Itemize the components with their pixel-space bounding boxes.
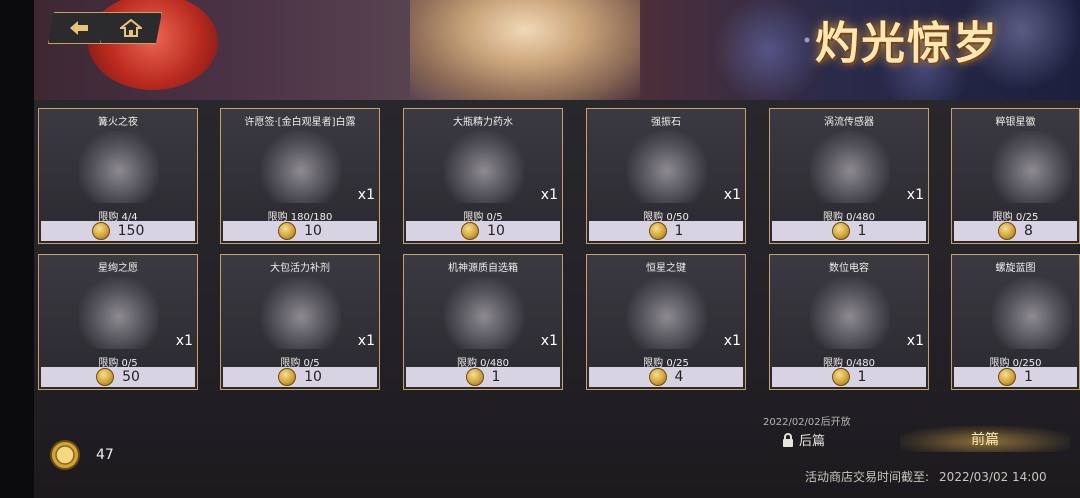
event-logo: 灼光惊岁	[815, 18, 999, 69]
coin-icon	[648, 368, 667, 386]
star-badge-icon	[992, 131, 1072, 203]
pouch-icon	[261, 277, 341, 349]
coin-icon	[831, 222, 850, 240]
shop-item-card[interactable]: 涡流传感器 x1 限购 0/480 1	[769, 108, 929, 244]
item-quantity: x1	[540, 187, 558, 203]
item-name: 大包活力补剂	[270, 263, 330, 274]
key-icon	[627, 277, 707, 349]
price-bar[interactable]: 1	[406, 367, 560, 387]
stone-icon	[627, 131, 707, 203]
currency-balance: 47	[96, 447, 114, 463]
price-bar[interactable]: 8	[954, 221, 1077, 241]
item-price: 10	[304, 369, 322, 385]
item-quantity: x1	[906, 187, 924, 203]
coin-icon	[96, 368, 115, 386]
price-bar[interactable]: 4	[589, 367, 743, 387]
coin-icon	[50, 440, 80, 470]
price-bar[interactable]: 150	[41, 221, 195, 241]
shop-item-card[interactable]: 星绚之愿 x1 限购 0/5 50	[38, 254, 198, 390]
item-name: 涡流传感器	[824, 117, 874, 128]
coin-icon	[998, 222, 1017, 240]
item-name: 机神源质自选箱	[448, 263, 518, 274]
back-button[interactable]	[48, 12, 110, 44]
coin-icon	[648, 222, 667, 240]
lock-icon	[783, 432, 793, 447]
shop-item-card[interactable]: 强振石 x1 限购 0/50 1	[586, 108, 746, 244]
item-price: 10	[304, 223, 322, 239]
box-icon	[444, 277, 524, 349]
item-name: 粹银星徽	[995, 117, 1036, 128]
item-price: 4	[674, 369, 684, 385]
shop-item-card[interactable]: 数位电容 x1 限购 0/480 1	[769, 254, 929, 390]
shop-item-card[interactable]: 机神源质自选箱 x1 限购 0/480 1	[403, 254, 563, 390]
price-bar[interactable]: 10	[223, 221, 377, 241]
coin-icon	[461, 222, 480, 240]
item-name: 大瓶精力药水	[453, 117, 513, 128]
shop-item-card[interactable]: 粹银星徽 限购 0/25 8	[951, 108, 1080, 244]
item-quantity: x1	[357, 187, 375, 203]
coin-icon	[831, 368, 850, 386]
unlock-note: 2022/02/02后开放	[763, 417, 851, 428]
item-price: 1	[857, 369, 867, 385]
item-price: 1	[491, 369, 501, 385]
shop-item-card[interactable]: 大瓶精力药水 x1 限购 0/5 10	[403, 108, 563, 244]
shop-item-card[interactable]: 螺旋蓝图 限购 0/250 1	[951, 254, 1080, 390]
coin-icon	[998, 368, 1017, 386]
coin-icon	[278, 222, 297, 240]
item-name: 许愿签·[金白观星者]白露	[244, 117, 356, 128]
item-quantity: x1	[357, 333, 375, 349]
item-price: 1	[1024, 369, 1033, 385]
item-name: 星绚之愿	[98, 263, 138, 274]
item-price: 8	[1024, 223, 1033, 239]
item-quantity: x1	[906, 333, 924, 349]
deadline-label: 活动商店交易时间截至:	[805, 470, 930, 484]
wish-card-icon	[261, 131, 341, 203]
item-price: 150	[117, 223, 145, 239]
coin-icon	[278, 368, 297, 386]
item-quantity: x1	[723, 187, 741, 203]
left-edge	[0, 0, 34, 498]
bottle-icon	[444, 131, 524, 203]
home-button[interactable]	[100, 12, 162, 44]
item-name: 恒星之键	[646, 263, 686, 274]
item-price: 1	[674, 223, 684, 239]
item-name: 螺旋蓝图	[995, 263, 1036, 274]
shop-item-card[interactable]: 许愿签·[金白观星者]白露 x1 限购 180/180 10	[220, 108, 380, 244]
shop-item-card[interactable]: 大包活力补剂 x1 限购 0/5 10	[220, 254, 380, 390]
item-quantity: x1	[723, 333, 741, 349]
item-price: 1	[857, 223, 867, 239]
blueprint-icon	[992, 277, 1072, 349]
price-bar[interactable]: 50	[41, 367, 195, 387]
deadline: 活动商店交易时间截至: 2022/03/02 14:00	[805, 468, 1047, 485]
character-art	[410, 0, 640, 100]
item-name: 篝火之夜	[98, 117, 138, 128]
price-bar[interactable]: 10	[223, 367, 377, 387]
next-chapter-button[interactable]: 后篇	[781, 430, 825, 449]
price-bar[interactable]: 1	[954, 367, 1077, 387]
deadline-value: 2022/03/02 14:00	[939, 470, 1047, 484]
price-bar[interactable]: 1	[772, 367, 926, 387]
item-name: 强振石	[651, 117, 681, 128]
price-bar[interactable]: 1	[772, 221, 926, 241]
item-quantity: x1	[540, 333, 558, 349]
item-name: 数位电容	[829, 263, 869, 274]
price-bar[interactable]: 1	[589, 221, 743, 241]
coin-icon	[91, 222, 110, 240]
back-arrow-icon	[70, 21, 88, 35]
shop-item-card[interactable]: 恒星之键 x1 限购 0/25 4	[586, 254, 746, 390]
sensor-icon	[810, 131, 890, 203]
capacitor-icon	[810, 277, 890, 349]
home-icon	[120, 19, 142, 37]
coin-icon	[465, 368, 484, 386]
prev-chapter-tab[interactable]: 前篇	[900, 426, 1070, 452]
item-price: 10	[487, 223, 505, 239]
next-chapter-label: 后篇	[799, 434, 826, 449]
price-bar[interactable]: 10	[406, 221, 560, 241]
item-quantity: x1	[175, 333, 193, 349]
item-price: 50	[122, 369, 140, 385]
skin-portrait-icon	[79, 131, 159, 203]
ticket-icon	[79, 277, 159, 349]
shop-item-card[interactable]: 篝火之夜 限购 4/4 150	[38, 108, 198, 244]
prev-chapter-label: 前篇	[971, 432, 999, 448]
